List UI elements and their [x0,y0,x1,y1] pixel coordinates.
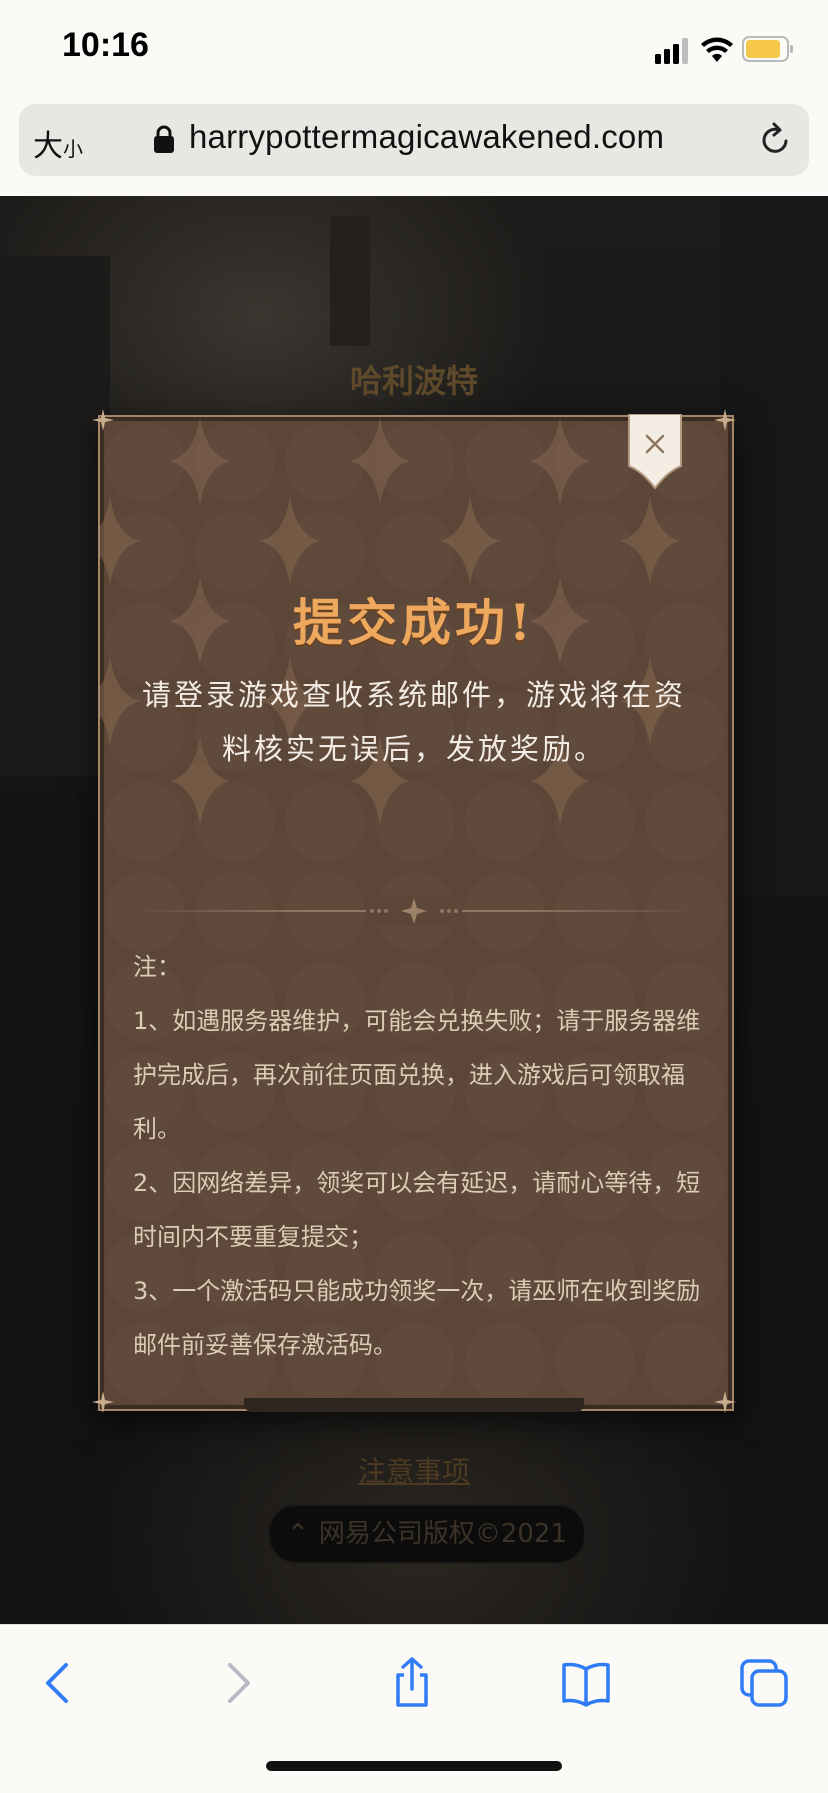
notice-link[interactable]: 注意事项 [0,1450,828,1490]
note-item: 3、一个激活码只能成功领奖一次，请巫师在收到奖励邮件前妥善保存激活码。 [133,1277,701,1359]
battery-icon [742,36,793,62]
forward-icon[interactable] [210,1657,262,1709]
modal-title: 提交成功! [293,593,535,652]
tabs-icon[interactable] [738,1657,790,1709]
text-size-large-label: 大 [33,129,63,164]
url-text[interactable]: harrypottermagicawakened.com [189,118,664,156]
text-size-button[interactable]: 大小 [33,121,83,165]
corner-ornament-icon [714,409,736,431]
back-icon[interactable] [34,1657,86,1709]
background-title: 哈利波特 [349,362,478,400]
note-item: 2、因网络差异，领奖可以会有延迟，请耐心等待，短时间内不要重复提交； [133,1169,701,1251]
share-icon[interactable] [386,1657,438,1709]
corner-ornament-icon [714,1391,736,1413]
status-time: 10:16 [62,26,149,64]
modal-bottom-bar [244,1398,584,1412]
text-size-small-label: 小 [63,137,83,161]
cellular-signal-icon [655,38,688,64]
star-divider-icon [366,896,462,926]
bookmarks-icon[interactable] [560,1657,612,1709]
copyright-text: 网易公司版权©2021 [318,1519,567,1549]
chevron-up-icon: ⌃ [287,1519,309,1549]
lock-icon [154,125,174,153]
corner-ornament-icon [92,1391,114,1413]
background-silhouette [720,196,828,896]
background-silhouette [330,216,370,346]
close-icon[interactable] [627,414,683,490]
home-indicator [266,1761,562,1771]
notes-heading: 注： [133,953,181,981]
modal-message: 请登录游戏查收系统邮件，游戏将在资料核实无误后，发放奖励。 [141,678,686,766]
address-bar[interactable]: 大小 harrypottermagicawakened.com [19,104,809,176]
reload-icon[interactable] [757,122,793,158]
status-bar: 10:16 [0,0,828,96]
background-silhouette [0,256,110,776]
notes-block: 注： 1、如遇服务器维护，可能会兑换失败；请于服务器维护完成后，再次前往页面兑换… [133,940,703,1372]
wifi-icon [701,37,733,62]
copyright-pill[interactable]: ⌃ 网易公司版权©2021 [268,1504,586,1564]
corner-ornament-icon [92,409,114,431]
note-item: 1、如遇服务器维护，可能会兑换失败；请于服务器维护完成后，再次前往页面兑换，进入… [133,1007,701,1143]
